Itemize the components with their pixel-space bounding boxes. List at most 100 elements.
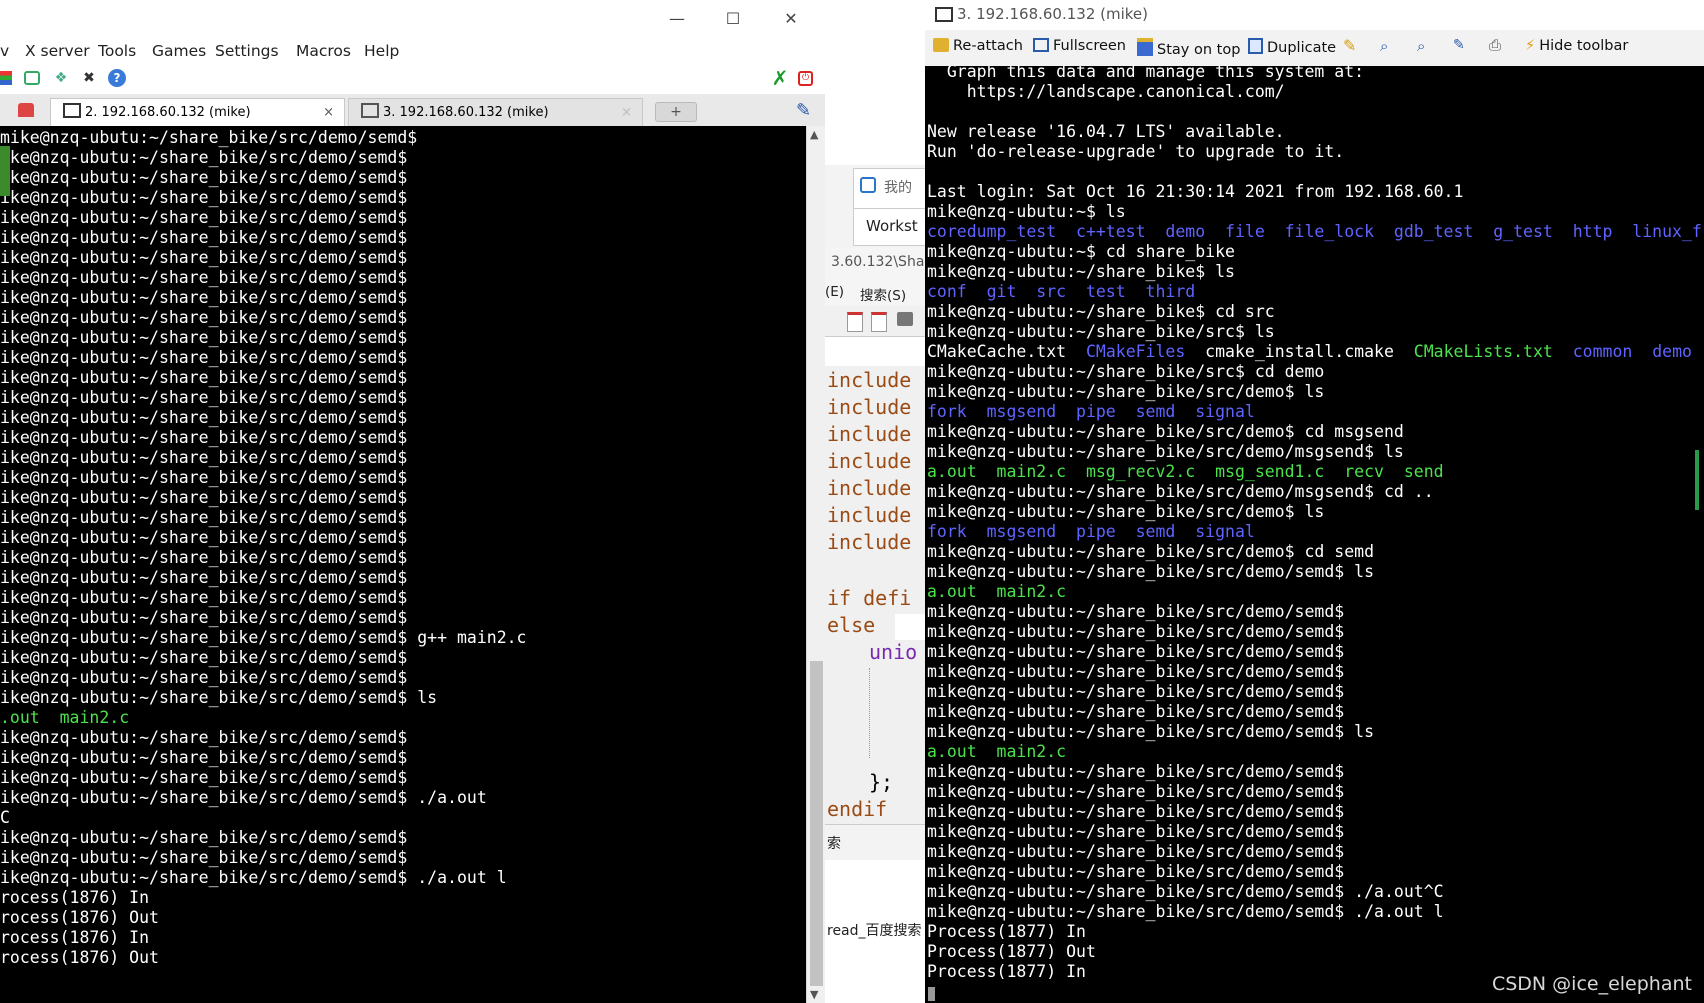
- scroll-down-icon[interactable]: ▼: [810, 988, 818, 1001]
- terminal-line: ike@nzq-ubutu:~/share_bike/src/demo/semd…: [0, 148, 408, 167]
- terminal-line: mike@nzq-ubutu:~/share_bike/src/demo$ cd…: [927, 422, 1702, 442]
- terminal-line: ike@nzq-ubutu:~/share_bike/src/demo/semd…: [0, 748, 408, 767]
- pen-icon[interactable]: ✎: [1343, 36, 1356, 55]
- fullscreen-button[interactable]: Fullscreen: [1033, 38, 1126, 54]
- bg-indent-guide: [869, 668, 870, 758]
- minimize-button[interactable]: —: [662, 6, 692, 32]
- terminal-line: conf git src test third: [927, 282, 1702, 302]
- reattach-label: Re-attach: [953, 38, 1023, 54]
- stay-on-top-icon: [1137, 38, 1153, 56]
- terminal-icon: [935, 7, 953, 22]
- menu-settings[interactable]: Settings: [215, 42, 279, 60]
- menu-xserver[interactable]: X server: [25, 42, 90, 60]
- terminal-line: ike@nzq-ubutu:~/share_bike/src/demo/semd…: [0, 588, 408, 607]
- stay-on-top-button[interactable]: Stay on top: [1137, 38, 1240, 58]
- terminal-line: mike@nzq-ubutu:~/share_bike/src/demo/sem…: [927, 722, 1702, 742]
- code-line: include: [827, 422, 912, 446]
- bg-tab: 我的: [853, 168, 925, 210]
- terminal-line: rocess(1876) Out: [0, 908, 159, 927]
- zoom-out-icon[interactable]: ⌕: [1417, 37, 1425, 55]
- terminal-line: ike@nzq-ubutu:~/share_bike/src/demo/semd…: [0, 828, 408, 847]
- terminal-line: mike@nzq-ubutu:~/share_bike/src/demo/sem…: [0, 128, 418, 147]
- terminal-text: common demo: [1572, 342, 1692, 361]
- tab-session-3[interactable]: 3. 192.168.60.132 (mike) ×: [348, 98, 643, 126]
- right-title-bar: 3. 192.168.60.132 (mike): [925, 0, 1704, 30]
- right-scrollbar-thumb[interactable]: [1695, 450, 1699, 510]
- close-button[interactable]: ✕: [776, 6, 806, 32]
- terminal-line: ike@nzq-ubutu:~/share_bike/src/demo/semd…: [0, 548, 408, 567]
- terminal-line: mike@nzq-ubutu:~/share_bike/src$ ls: [927, 322, 1702, 342]
- menu-tools[interactable]: Tools: [98, 42, 136, 60]
- terminal-line: Last login: Sat Oct 16 21:30:14 2021 fro…: [927, 182, 1702, 202]
- exit-icon[interactable]: ⏻: [798, 71, 813, 86]
- edit-icon[interactable]: ✎: [1453, 37, 1465, 53]
- terminal-line: ike@nzq-ubutu:~/share_bike/src/demo/semd…: [0, 728, 408, 747]
- print-icon[interactable]: ⎙: [1489, 36, 1501, 54]
- terminal-line: mike@nzq-ubutu:~/share_bike/src/demo/sem…: [927, 762, 1702, 782]
- left-terminal[interactable]: mike@nzq-ubutu:~/share_bike/src/demo/sem…: [0, 126, 806, 1003]
- tab-close-icon[interactable]: ×: [621, 99, 632, 127]
- terminal-line: ike@nzq-ubutu:~/share_bike/src/demo/semd…: [0, 328, 408, 347]
- terminal-text: mike@nzq-ubutu:~/share_bike/src/demo$ cd…: [927, 422, 1404, 441]
- xserver-icon[interactable]: ✗: [771, 68, 789, 88]
- new-tab-button[interactable]: +: [655, 102, 697, 122]
- maximize-button[interactable]: ☐: [718, 6, 748, 32]
- bg-bottom: read_百度搜索: [825, 860, 925, 1003]
- terminal-line: ike@nzq-ubutu:~/share_bike/src/demo/semd…: [0, 688, 438, 707]
- bg-menu-search: 搜索(S): [860, 288, 907, 304]
- terminal-text: CMakeLists.txt: [1413, 342, 1553, 361]
- terminal-text: Run 'do-release-upgrade' to upgrade to i…: [927, 142, 1345, 161]
- terminal-line: ike@nzq-ubutu:~/share_bike/src/demo/semd…: [0, 528, 408, 547]
- left-scrollbar[interactable]: ▲ ▼: [806, 126, 825, 1003]
- terminal-line: fork msgsend pipe semd signal: [927, 402, 1702, 422]
- terminal-text: mike@nzq-ubutu:~/share_bike/src/demo/sem…: [927, 902, 1444, 921]
- tab-close-icon[interactable]: ×: [323, 99, 334, 127]
- monitor-icon[interactable]: [24, 71, 40, 85]
- right-terminal[interactable]: Graph this data and manage this system a…: [925, 66, 1704, 1003]
- terminal-line: ike@nzq-ubutu:~/share_bike/src/demo/semd…: [0, 488, 408, 507]
- hide-toolbar-button[interactable]: ⚡ Hide toolbar: [1525, 38, 1628, 54]
- scroll-up-icon[interactable]: ▲: [810, 128, 818, 141]
- terminal-line: rocess(1876) In: [0, 928, 150, 947]
- terminal-line: New release '16.04.7 LTS' available.: [927, 122, 1702, 142]
- terminal-line: ike@nzq-ubutu:~/share_bike/src/demo/semd…: [0, 568, 408, 587]
- terminal-line: mike@nzq-ubutu:~/share_bike$ ls: [927, 262, 1702, 282]
- terminal-line: rocess(1876) Out: [0, 948, 159, 967]
- terminal-line: Process(1877) In: [927, 922, 1702, 942]
- terminal-text: a.out main2.c msg_recv2.c msg_send1.c re…: [927, 462, 1444, 481]
- left-tab-bar: 2. 192.168.60.132 (mike) × 3. 192.168.60…: [0, 94, 825, 127]
- menu-macros[interactable]: Macros: [296, 42, 351, 60]
- terminal-line: mike@nzq-ubutu:~/share_bike/src/demo/sem…: [927, 662, 1702, 682]
- terminal-text: conf git src test third: [927, 282, 1196, 301]
- colors-icon[interactable]: [0, 71, 12, 85]
- attach-icon[interactable]: ✎: [796, 100, 811, 121]
- terminal-text: Process(1877) Out: [927, 942, 1096, 961]
- terminal-line: ike@nzq-ubutu:~/share_bike/src/demo/semd…: [0, 308, 408, 327]
- tab-session-2[interactable]: 2. 192.168.60.132 (mike) ×: [50, 98, 345, 126]
- terminal-text: mike@nzq-ubutu:~/share_bike/src/demo/sem…: [927, 782, 1345, 801]
- terminal-text: mike@nzq-ubutu:~/share_bike/src/demo/sem…: [927, 602, 1345, 621]
- menu-help[interactable]: Help: [364, 42, 399, 60]
- zoom-in-icon[interactable]: ⌕: [1380, 37, 1388, 55]
- duplicate-button[interactable]: Duplicate: [1248, 38, 1336, 56]
- code-else: else: [827, 613, 876, 637]
- fullscreen-icon: [1033, 38, 1049, 52]
- right-toolbar: Re-attach Fullscreen Stay on top Duplica…: [925, 30, 1704, 67]
- plugin-icon[interactable]: ❖: [52, 69, 70, 87]
- terminal-text: mike@nzq-ubutu:~/share_bike/src$ ls: [927, 322, 1275, 341]
- menu-view-cut[interactable]: v: [0, 42, 9, 60]
- menu-games[interactable]: Games: [152, 42, 206, 60]
- tools-icon[interactable]: ✖: [80, 69, 98, 87]
- terminal-line: ike@nzq-ubutu:~/share_bike/src/demo/semd…: [0, 388, 408, 407]
- terminal-line: mike@nzq-ubutu:~/share_bike/src/demo/msg…: [927, 442, 1702, 462]
- terminal-line: ike@nzq-ubutu:~/share_bike/src/demo/semd…: [0, 288, 408, 307]
- terminal-text: mike@nzq-ubutu:~/share_bike/src/demo/sem…: [927, 682, 1345, 701]
- terminal-line: ike@nzq-ubutu:~/share_bike/src/demo/semd…: [0, 208, 408, 227]
- terminal-line: ike@nzq-ubutu:~/share_bike/src/demo/semd…: [0, 848, 408, 867]
- reattach-button[interactable]: Re-attach: [933, 38, 1023, 54]
- terminal-line: Run 'do-release-upgrade' to upgrade to i…: [927, 142, 1702, 162]
- help-icon[interactable]: ?: [108, 69, 126, 87]
- scroll-thumb[interactable]: [810, 661, 823, 986]
- home-tab-icon[interactable]: [18, 103, 34, 117]
